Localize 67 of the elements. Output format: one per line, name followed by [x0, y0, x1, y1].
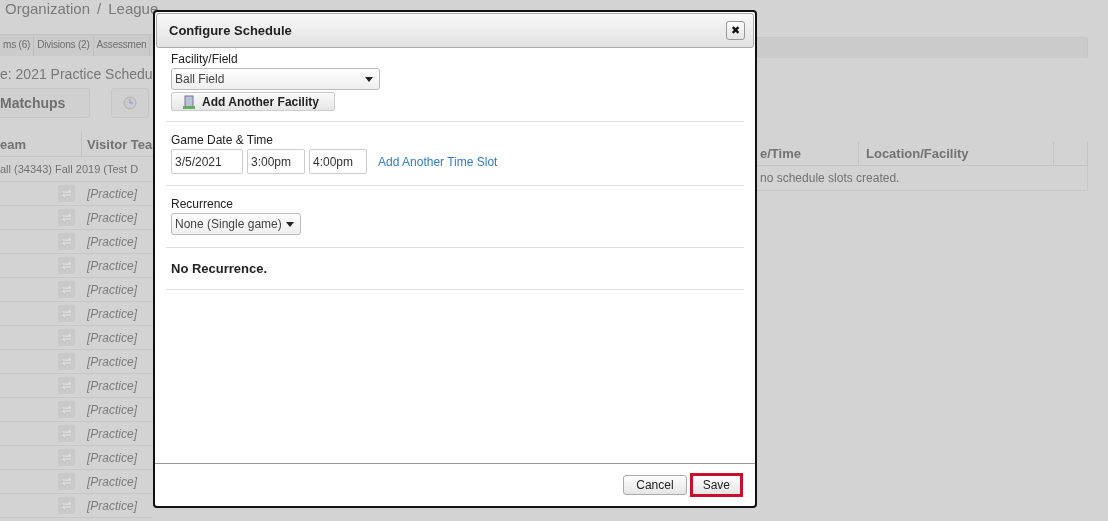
swap-icon — [61, 454, 72, 461]
building-icon — [182, 94, 196, 109]
swap-button[interactable] — [58, 185, 75, 202]
table-cell: [Practice] — [87, 354, 137, 369]
swap-button[interactable] — [58, 449, 75, 466]
close-button[interactable]: ✖ — [726, 21, 745, 40]
swap-icon — [61, 382, 72, 389]
swap-button[interactable] — [58, 353, 75, 370]
swap-icon — [61, 238, 72, 245]
swap-icon — [61, 310, 72, 317]
swap-icon — [61, 358, 72, 365]
table-cell: [Practice] — [87, 258, 137, 273]
swap-button[interactable] — [58, 257, 75, 274]
footer-button[interactable]: Save — [689, 473, 743, 497]
empty-message: no schedule slots created. — [757, 166, 1088, 191]
facility-select[interactable]: Ball Field — [171, 68, 380, 90]
add-time-slot-link[interactable]: Add Another Time Slot — [378, 154, 498, 169]
swap-icon — [61, 430, 72, 437]
swap-icon — [61, 190, 72, 197]
swap-icon — [61, 286, 72, 293]
date-field[interactable]: 3/5/2021 — [171, 149, 243, 174]
swap-icon — [61, 262, 72, 269]
table-cell: [Practice] — [87, 378, 137, 393]
column-header: Visitor Tea — [86, 135, 153, 154]
clock-icon — [123, 96, 137, 110]
swap-button[interactable] — [58, 377, 75, 394]
swap-button[interactable] — [58, 281, 75, 298]
footer-button[interactable]: Cancel — [623, 475, 687, 495]
column-header: eam — [0, 132, 82, 156]
field-label: Recurrence — [171, 197, 234, 211]
swap-icon — [61, 502, 72, 509]
swap-button[interactable] — [58, 401, 75, 418]
page-title: e: 2021 Practice Schedu — [0, 66, 153, 82]
recurrence-note: No Recurrence. — [171, 261, 268, 276]
table-cell: [Practice] — [87, 330, 137, 345]
swap-button[interactable] — [58, 329, 75, 346]
table-cell: [Practice] — [87, 234, 137, 249]
column-header: Location/Facility — [859, 142, 1054, 165]
field-label: Game Date & Time — [171, 133, 274, 147]
start-time-field[interactable]: 3:00pm — [247, 149, 305, 174]
recurrence-select[interactable]: None (Single game) — [171, 213, 301, 235]
swap-button[interactable] — [58, 473, 75, 490]
table-cell: [Practice] — [87, 402, 137, 417]
caret-icon — [285, 221, 294, 227]
table-cell: [Practice] — [87, 186, 137, 201]
swap-button[interactable] — [58, 497, 75, 514]
swap-icon — [61, 214, 72, 221]
add-facility-button[interactable]: Add Another Facility — [171, 92, 335, 111]
swap-button[interactable] — [58, 233, 75, 250]
table-cell: [Practice] — [87, 498, 137, 513]
clock-button[interactable] — [111, 88, 149, 118]
swap-icon — [61, 334, 72, 341]
table-cell: [Practice] — [87, 306, 137, 321]
end-time-field[interactable]: 4:00pm — [309, 149, 367, 174]
table-cell: [Practice] — [87, 450, 137, 465]
table-cell: [Practice] — [87, 210, 137, 225]
swap-button[interactable] — [58, 305, 75, 322]
swap-button[interactable] — [58, 209, 75, 226]
field-label: Facility/Field — [171, 52, 238, 66]
table-cell: [Practice] — [87, 474, 137, 489]
dialog-title: Configure Schedule — [169, 23, 292, 38]
swap-icon — [61, 406, 72, 413]
table-cell: [Practice] — [87, 426, 137, 441]
table-cell: [Practice] — [87, 282, 137, 297]
swap-button[interactable] — [58, 425, 75, 442]
swap-icon — [61, 478, 72, 485]
caret-icon — [365, 76, 373, 82]
